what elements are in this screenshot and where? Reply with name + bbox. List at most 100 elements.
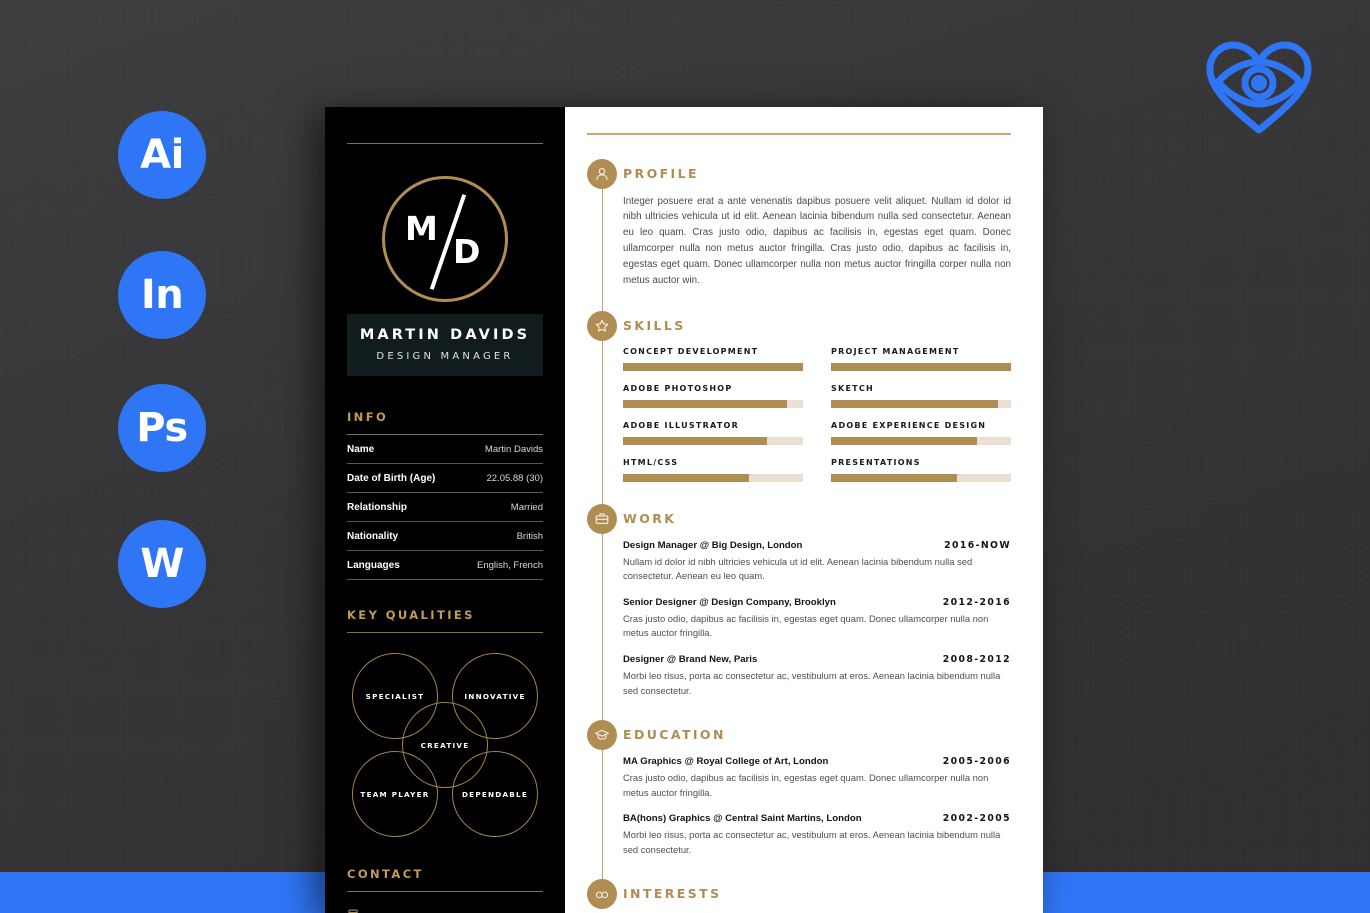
work-stem <box>601 531 603 721</box>
work-gutter <box>587 503 623 721</box>
skill-fill <box>623 362 803 371</box>
profile-title: PROFILE <box>623 165 699 181</box>
info-row-value: 22.05.88 (30) <box>486 473 543 484</box>
skill-item: ADOBE ILLUSTRATOR <box>623 421 803 445</box>
monogram-left-letter: M <box>405 209 438 248</box>
work-entry-list: Design Manager @ Big Design, London 2016-… <box>623 540 1011 698</box>
badge-label: W <box>140 541 184 587</box>
experience-entry: BA(hons) Graphics @ Central Saint Martin… <box>623 813 1011 857</box>
contact-heading: CONTACT <box>347 867 424 881</box>
skill-fill <box>831 399 999 408</box>
work-title: WORK <box>623 510 677 526</box>
skill-label: ADOBE EXPERIENCE DESIGN <box>831 420 987 430</box>
badge-label: Ps <box>136 405 188 451</box>
entry-description: Cras justo odio, dapibus ac facilisis in… <box>623 772 989 798</box>
skill-item: HTML/CSS <box>623 458 803 482</box>
name-plate: MARTIN DAVIDS DESIGN MANAGER <box>347 314 543 376</box>
skill-label: SKETCH <box>831 383 874 393</box>
experience-entry: Designer @ Brand New, Paris 2008-2012 Morb… <box>623 654 1011 698</box>
info-row-label: Relationship <box>347 502 408 513</box>
star-icon <box>587 310 617 341</box>
profile-body: PROFILE Integer posuere erat a ante vene… <box>623 159 1011 311</box>
contact-heading-rule <box>347 891 543 892</box>
interests-title: INTERESTS <box>623 886 722 902</box>
entry-role: BA(hons) Graphics @ Central Saint Martin… <box>623 813 862 825</box>
candidate-job-title: DESIGN MANAGER <box>376 351 514 362</box>
adobe-indesign-badge[interactable]: In <box>118 251 206 339</box>
adobe-illustrator-badge[interactable]: Ai <box>118 111 206 199</box>
skills-body: SKILLS CONCEPT DEVELOPMENT PROJECT MANAGE… <box>623 311 1011 504</box>
venn-label-creative: CREATIVE <box>420 741 470 750</box>
key-qualities-venn-diagram: SPECIALIST INNOVATIVE CREATIVE TEAM PLAY… <box>352 653 538 837</box>
entry-date: 2008-2012 <box>942 653 1011 665</box>
skill-track <box>623 399 803 408</box>
experience-entry: Design Manager @ Big Design, London 2016-… <box>623 540 1011 584</box>
key-qualities-heading-rule <box>347 632 543 633</box>
skill-fill <box>623 436 767 445</box>
education-title: EDUCATION <box>623 727 726 743</box>
skill-fill <box>831 362 1011 371</box>
skill-fill <box>831 436 977 445</box>
venn-label-dependable: DEPENDABLE <box>461 790 529 799</box>
skills-grid: CONCEPT DEVELOPMENT PROJECT MANAGEMENT ADO… <box>623 347 1011 482</box>
education-stem <box>601 748 603 880</box>
skill-label: CONCEPT DEVELOPMENT <box>623 346 759 356</box>
experience-entry: Senior Designer @ Design Company, Brookl… <box>623 597 1011 641</box>
badge-label: In <box>140 272 184 318</box>
monogram-right-letter: D <box>453 232 481 271</box>
contact-section: CONTACT Call +44 (12) 123 4567 <box>347 867 543 913</box>
venn-label-innovative: INNOVATIVE <box>464 692 526 701</box>
resume-main-column: PROFILE Integer posuere erat a ante vene… <box>565 107 1043 913</box>
skill-track <box>831 399 1011 408</box>
info-row: Name Martin Davids <box>347 435 543 464</box>
entry-description: Morbi leo risus, porta ac consectetur ac… <box>623 829 1001 855</box>
skill-label: HTML/CSS <box>623 457 679 467</box>
skill-track <box>623 436 803 445</box>
sidebar-top-rule <box>347 143 543 144</box>
main-top-rule <box>587 133 1011 135</box>
contact-phone-row[interactable]: Call +44 (12) 123 4567 <box>347 908 543 913</box>
entry-role: Designer @ Brand New, Paris <box>623 653 758 665</box>
profile-stem <box>601 186 603 311</box>
key-qualities-section: KEY QUALITIES SPECIALIST INNOVATIVE CREA… <box>347 608 543 837</box>
info-row-value: Married <box>510 502 543 513</box>
education-entry-list: MA Graphics @ Royal College of Art, Lond… <box>623 756 1011 857</box>
skill-fill <box>623 473 749 482</box>
adobe-photoshop-badge[interactable]: Ps <box>118 384 206 472</box>
entry-head: Designer @ Brand New, Paris 2008-2012 <box>623 654 1011 665</box>
info-row: Nationality British <box>347 522 543 551</box>
experience-entry: MA Graphics @ Royal College of Art, Lond… <box>623 756 1011 800</box>
monogram-logo: M D <box>382 176 508 302</box>
education-gutter <box>587 720 623 880</box>
entry-description: Morbi leo risus, porta ac consectetur ac… <box>623 669 1001 696</box>
skill-item: CONCEPT DEVELOPMENT <box>623 347 803 371</box>
entry-description: Cras justo odio, dapibus ac facilisis in… <box>623 612 989 639</box>
resume-sidebar: M D MARTIN DAVIDS DESIGN MANAGER INFO Na… <box>325 107 565 913</box>
info-row-list: Name Martin Davids Date of Birth (Age) 22.0… <box>347 435 543 580</box>
skill-item: PROJECT MANAGEMENT <box>831 347 1011 371</box>
entry-date: 2005-2006 <box>942 756 1011 768</box>
info-row-value: English, French <box>476 560 543 571</box>
entry-description: Nullam id dolor id nibh ultricies vehicu… <box>623 555 973 582</box>
profile-gutter <box>587 158 623 311</box>
skills-section: SKILLS CONCEPT DEVELOPMENT PROJECT MANAGE… <box>587 310 1011 504</box>
microsoft-word-badge[interactable]: W <box>118 520 206 608</box>
info-row-value: Martin Davids <box>484 444 543 455</box>
entry-role: MA Graphics @ Royal College of Art, Lond… <box>623 756 829 768</box>
skills-title: SKILLS <box>623 317 686 333</box>
interests-icon <box>587 879 617 910</box>
skill-track <box>623 473 803 482</box>
entry-date: 2016-NOW <box>944 539 1011 551</box>
entry-date: 2012-2016 <box>942 596 1011 608</box>
entry-role: Design Manager @ Big Design, London <box>623 539 803 551</box>
monogram-wrap: M D <box>347 176 543 302</box>
venn-label-specialist: SPECIALIST <box>365 692 425 701</box>
skill-track <box>831 362 1011 371</box>
interests-body: INTERESTS <box>623 879 1011 913</box>
skill-fill <box>831 473 957 482</box>
key-qualities-heading: KEY QUALITIES <box>347 608 475 622</box>
work-section: WORK Design Manager @ Big Design, London… <box>587 503 1011 721</box>
education-body: EDUCATION MA Graphics @ Royal College of… <box>623 720 1011 879</box>
entry-date: 2002-2005 <box>942 813 1011 825</box>
skill-track <box>831 436 1011 445</box>
